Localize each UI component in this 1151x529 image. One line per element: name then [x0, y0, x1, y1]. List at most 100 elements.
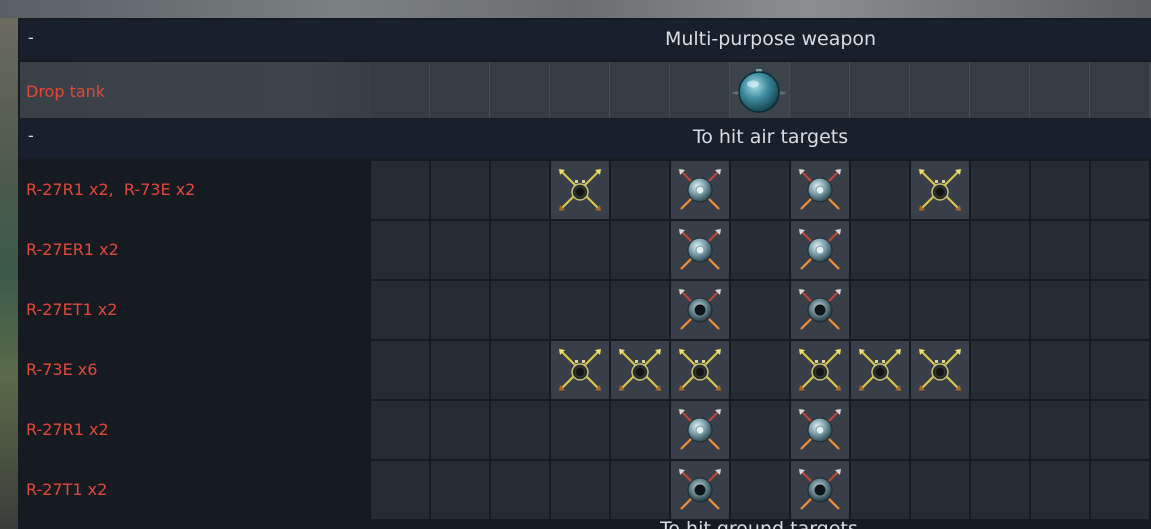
weapon-slot-2[interactable]	[431, 281, 489, 339]
weapon-slot-11[interactable]	[970, 62, 1030, 122]
weapon-slot-1[interactable]	[371, 461, 429, 519]
weapon-slot-8[interactable]	[790, 62, 850, 122]
section-header-multipurpose[interactable]: - Multi-purpose weapon	[20, 20, 1151, 60]
weapon-slot-11[interactable]	[971, 221, 1029, 279]
weapon-slot-1[interactable]	[371, 401, 429, 459]
weapon-slot-12[interactable]	[1031, 401, 1089, 459]
weapon-slot-9[interactable]	[851, 161, 909, 219]
weapon-slot-6[interactable]	[670, 62, 730, 122]
weapon-slot-7[interactable]	[731, 161, 789, 219]
weapon-slot-12[interactable]	[1031, 221, 1089, 279]
weapon-slot-9[interactable]	[851, 401, 909, 459]
weapon-slot-12[interactable]	[1030, 62, 1090, 122]
weapon-slot-9[interactable]	[851, 281, 909, 339]
weapon-slot-11[interactable]	[971, 161, 1029, 219]
weapon-slot-7[interactable]	[731, 341, 789, 399]
weapon-slot-10[interactable]	[911, 341, 969, 399]
weapon-slot-3[interactable]	[490, 62, 550, 122]
weapon-slot-5[interactable]	[610, 62, 670, 122]
weapon-slot-3[interactable]	[491, 461, 549, 519]
weapon-slot-2[interactable]	[431, 401, 489, 459]
weapon-slot-6[interactable]	[671, 341, 729, 399]
weapon-slot-5[interactable]	[611, 341, 669, 399]
weapon-slot-8[interactable]	[791, 161, 849, 219]
weapon-slot-12[interactable]	[1031, 161, 1089, 219]
weapon-slot-11[interactable]	[971, 341, 1029, 399]
preset-label: R-27ER1 x2	[26, 240, 119, 259]
weapon-slot-5[interactable]	[611, 461, 669, 519]
weapon-slot-7[interactable]	[731, 401, 789, 459]
weapon-slot-2[interactable]	[431, 161, 489, 219]
weapon-slot-3[interactable]	[491, 281, 549, 339]
weapon-slot-1[interactable]	[371, 161, 429, 219]
weapon-slot-4[interactable]	[551, 341, 609, 399]
weapon-slot-4[interactable]	[551, 221, 609, 279]
weapon-slot-2[interactable]	[431, 461, 489, 519]
weapon-slot-12[interactable]	[1031, 461, 1089, 519]
collapse-toggle[interactable]: -	[28, 28, 34, 47]
weapon-slot-13[interactable]	[1091, 461, 1149, 519]
weapon-slot-6[interactable]	[671, 221, 729, 279]
weapon-slot-8[interactable]	[791, 281, 849, 339]
weapon-slot-3[interactable]	[491, 221, 549, 279]
weapon-slot-13[interactable]	[1091, 281, 1149, 339]
weapon-slot-1[interactable]	[371, 281, 429, 339]
weapon-slot-11[interactable]	[971, 401, 1029, 459]
section-title: Multi-purpose weapon	[664, 28, 877, 50]
weapon-slot-12[interactable]	[1031, 281, 1089, 339]
weapon-slot-10[interactable]	[911, 161, 969, 219]
weapon-slot-8[interactable]	[791, 461, 849, 519]
weapon-slot-7[interactable]	[731, 461, 789, 519]
weapon-slot-10[interactable]	[911, 281, 969, 339]
weapon-slot-13[interactable]	[1091, 341, 1149, 399]
weapon-slot-9[interactable]	[851, 341, 909, 399]
weapon-slot-3[interactable]	[491, 401, 549, 459]
weapon-slot-11[interactable]	[971, 281, 1029, 339]
background-scenery-top	[0, 0, 1151, 18]
weapon-slot-10[interactable]	[910, 62, 970, 122]
weapon-slot-13[interactable]	[1091, 401, 1149, 459]
weapon-slot-9[interactable]	[850, 62, 910, 122]
weapon-slot-6[interactable]	[671, 401, 729, 459]
weapon-slot-4[interactable]	[551, 401, 609, 459]
background-scenery-left	[0, 18, 18, 529]
weapon-slot-13[interactable]	[1090, 62, 1150, 122]
weapon-slot-11[interactable]	[971, 461, 1029, 519]
weapon-slot-7[interactable]	[731, 281, 789, 339]
weapon-slot-12[interactable]	[1031, 341, 1089, 399]
weapon-slot-2[interactable]	[430, 62, 490, 122]
weapon-slot-2[interactable]	[431, 221, 489, 279]
weapon-slot-1[interactable]	[371, 221, 429, 279]
collapse-toggle[interactable]: -	[28, 126, 34, 145]
weapon-slot-6[interactable]	[671, 161, 729, 219]
weapon-slot-4[interactable]	[551, 281, 609, 339]
weapon-slot-4[interactable]	[551, 161, 609, 219]
weapon-slot-4[interactable]	[550, 62, 610, 122]
weapon-slot-13[interactable]	[1091, 161, 1149, 219]
weapon-slot-10[interactable]	[911, 401, 969, 459]
weapon-slot-2[interactable]	[431, 341, 489, 399]
weapon-slot-7[interactable]	[730, 62, 790, 122]
weapon-slot-9[interactable]	[851, 461, 909, 519]
weapon-slot-10[interactable]	[911, 221, 969, 279]
weapon-slot-10[interactable]	[911, 461, 969, 519]
weapon-slot-5[interactable]	[611, 221, 669, 279]
weapon-slot-8[interactable]	[791, 221, 849, 279]
weapon-slot-7[interactable]	[731, 221, 789, 279]
weapon-slot-5[interactable]	[611, 161, 669, 219]
weapon-slot-13[interactable]	[1091, 221, 1149, 279]
weapon-slot-3[interactable]	[491, 341, 549, 399]
weapon-slot-1[interactable]	[370, 62, 430, 122]
weapon-slot-8[interactable]	[791, 401, 849, 459]
weapon-slot-3[interactable]	[491, 161, 549, 219]
weapon-slot-6[interactable]	[671, 461, 729, 519]
weapon-slot-5[interactable]	[611, 281, 669, 339]
weapon-slot-9[interactable]	[851, 221, 909, 279]
weapon-slot-6[interactable]	[671, 281, 729, 339]
section-header-air-targets[interactable]: - To hit air targets	[20, 118, 1151, 158]
weapon-slot-4[interactable]	[551, 461, 609, 519]
weapon-slot-5[interactable]	[611, 401, 669, 459]
weapon-slot-1[interactable]	[371, 341, 429, 399]
section-header-ground-targets[interactable]: To hit ground targets	[660, 518, 858, 529]
weapon-slot-8[interactable]	[791, 341, 849, 399]
